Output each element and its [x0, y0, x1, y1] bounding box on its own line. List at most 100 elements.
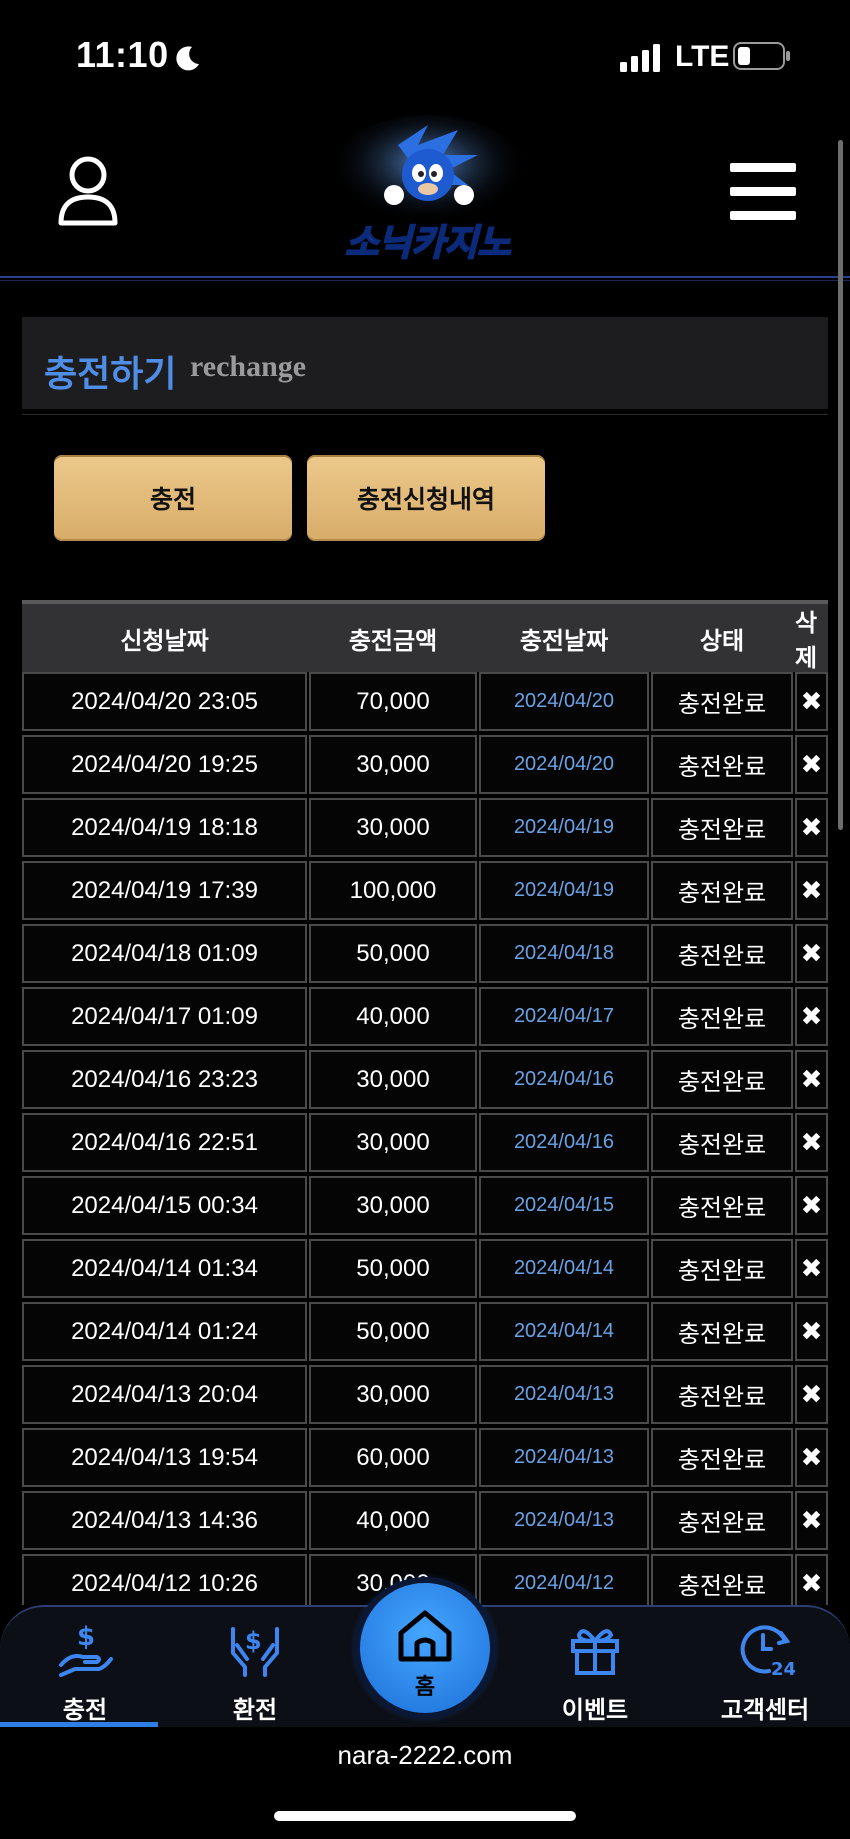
site-logo[interactable]: 소닉카지노 [318, 115, 538, 265]
nav-exchange-label: 환전 [232, 1697, 278, 1724]
cell-amount: 30,000 [309, 1113, 477, 1172]
cell-charge-date: 2024/04/20 [479, 735, 649, 794]
table-row: 2024/04/14 01:24 50,000 2024/04/14 충전완료 ✖ [22, 1302, 828, 1365]
table-row: 2024/04/17 01:09 40,000 2024/04/17 충전완료 ✖ [22, 987, 828, 1050]
cell-charge-date: 2024/04/20 [479, 672, 649, 731]
cell-request-date: 2024/04/17 01:09 [22, 987, 307, 1046]
nav-home-label: 홈 [414, 1674, 436, 1699]
cell-status: 충전완료 [651, 987, 793, 1046]
header-divider [0, 276, 850, 278]
charge-history-button[interactable]: 충전신청내역 [307, 455, 545, 541]
home-icon [398, 1610, 452, 1662]
table-row: 2024/04/13 20:04 30,000 2024/04/13 충전완료 ✖ [22, 1365, 828, 1428]
cell-amount: 60,000 [309, 1428, 477, 1487]
charge-icon: $ [59, 1622, 113, 1677]
nav-event[interactable]: 이벤트 [510, 1607, 680, 1727]
charge-history-table: 신청날짜 충전금액 충전날짜 상태 삭제 2024/04/20 23:05 70,… [22, 600, 828, 1605]
cell-amount: 100,000 [309, 861, 477, 920]
delete-icon[interactable]: ✖ [795, 1050, 828, 1109]
cell-request-date: 2024/04/13 20:04 [22, 1365, 307, 1424]
status-bar: 11:10 LTE [0, 0, 850, 115]
header-amount: 충전금액 [348, 627, 438, 655]
cell-request-date: 2024/04/13 14:36 [22, 1491, 307, 1550]
home-indicator[interactable] [274, 1811, 576, 1821]
delete-icon[interactable]: ✖ [795, 1113, 828, 1172]
cell-charge-date: 2024/04/16 [479, 1050, 649, 1109]
delete-icon[interactable]: ✖ [795, 1554, 828, 1605]
charge-button[interactable]: 충전 [54, 455, 292, 541]
cell-charge-date: 2024/04/18 [479, 924, 649, 983]
nav-home-button[interactable]: 홈 [360, 1583, 490, 1713]
delete-icon[interactable]: ✖ [795, 672, 828, 731]
header-charge-date: 충전날짜 [519, 627, 609, 655]
cell-charge-date: 2024/04/13 [479, 1428, 649, 1487]
table-row: 2024/04/16 22:51 30,000 2024/04/16 충전완료 ✖ [22, 1113, 828, 1176]
cell-amount: 50,000 [309, 924, 477, 983]
nav-active-indicator [0, 1722, 158, 1727]
delete-icon[interactable]: ✖ [795, 1428, 828, 1487]
cell-request-date: 2024/04/19 18:18 [22, 798, 307, 857]
exchange-icon: $ [231, 1627, 279, 1677]
delete-icon[interactable]: ✖ [795, 1302, 828, 1361]
cell-charge-date: 2024/04/13 [479, 1491, 649, 1550]
table-row: 2024/04/14 01:34 50,000 2024/04/14 충전완료 ✖ [22, 1239, 828, 1302]
nav-exchange[interactable]: $ 환전 [170, 1607, 340, 1727]
cell-status: 충전완료 [651, 1113, 793, 1172]
cell-request-date: 2024/04/14 01:24 [22, 1302, 307, 1361]
battery-icon [733, 42, 790, 70]
delete-icon[interactable]: ✖ [795, 1239, 828, 1298]
table-row: 2024/04/13 19:54 60,000 2024/04/13 충전완료 ✖ [22, 1428, 828, 1491]
cell-request-date: 2024/04/16 22:51 [22, 1113, 307, 1172]
cell-request-date: 2024/04/12 10:26 [22, 1554, 307, 1605]
nav-support-label: 고객센터 [720, 1697, 810, 1724]
title-divider [22, 414, 828, 415]
moon-icon [176, 46, 199, 71]
cell-charge-date: 2024/04/12 [479, 1554, 649, 1605]
delete-icon[interactable]: ✖ [795, 1365, 828, 1424]
delete-icon[interactable]: ✖ [795, 861, 828, 920]
cell-amount: 50,000 [309, 1239, 477, 1298]
delete-icon[interactable]: ✖ [795, 924, 828, 983]
nav-charge[interactable]: $ 충전 [0, 1607, 170, 1727]
support-24-icon: 24 [740, 1625, 795, 1679]
cell-request-date: 2024/04/18 01:09 [22, 924, 307, 983]
table-row: 2024/04/19 17:39 100,000 2024/04/19 충전완료 ✖ [22, 861, 828, 924]
svg-text:$: $ [77, 1622, 95, 1652]
scrollbar[interactable] [838, 140, 843, 830]
nav-event-label: 이벤트 [561, 1697, 629, 1724]
header-delete: 삭제 [795, 610, 818, 672]
delete-icon[interactable]: ✖ [795, 735, 828, 794]
site-header: 소닉카지노 [0, 115, 850, 280]
cell-charge-date: 2024/04/14 [479, 1239, 649, 1298]
cell-request-date: 2024/04/15 00:34 [22, 1176, 307, 1235]
table-row: 2024/04/15 00:34 30,000 2024/04/15 충전완료 ✖ [22, 1176, 828, 1239]
cell-amount: 70,000 [309, 672, 477, 731]
table-row: 2024/04/18 01:09 50,000 2024/04/18 충전완료 ✖ [22, 924, 828, 987]
cell-status: 충전완료 [651, 1428, 793, 1487]
cell-status: 충전완료 [651, 1302, 793, 1361]
table-header: 신청날짜 충전금액 충전날짜 상태 삭제 [22, 600, 828, 672]
delete-icon[interactable]: ✖ [795, 987, 828, 1046]
user-icon[interactable] [56, 155, 120, 227]
cell-status: 충전완료 [651, 672, 793, 731]
header-request-date: 신청날짜 [120, 627, 209, 655]
page-title: 충전하기 [44, 353, 177, 394]
hamburger-menu-icon[interactable] [728, 161, 798, 223]
signal-icon [620, 44, 660, 72]
nav-support[interactable]: 24 고객센터 [680, 1607, 850, 1727]
status-time: 11:10 [76, 34, 169, 75]
header-status: 상태 [699, 627, 745, 655]
cell-charge-date: 2024/04/17 [479, 987, 649, 1046]
browser-url[interactable]: nara-2222.com [0, 1740, 850, 1771]
table-row: 2024/04/16 23:23 30,000 2024/04/16 충전완료 ✖ [22, 1050, 828, 1113]
delete-icon[interactable]: ✖ [795, 798, 828, 857]
gift-icon [571, 1629, 619, 1675]
delete-icon[interactable]: ✖ [795, 1491, 828, 1550]
cell-amount: 50,000 [309, 1302, 477, 1361]
delete-icon[interactable]: ✖ [795, 1176, 828, 1235]
cell-status: 충전완료 [651, 861, 793, 920]
cell-request-date: 2024/04/20 19:25 [22, 735, 307, 794]
cell-request-date: 2024/04/16 23:23 [22, 1050, 307, 1109]
cell-amount: 30,000 [309, 1050, 477, 1109]
cell-status: 충전완료 [651, 924, 793, 983]
